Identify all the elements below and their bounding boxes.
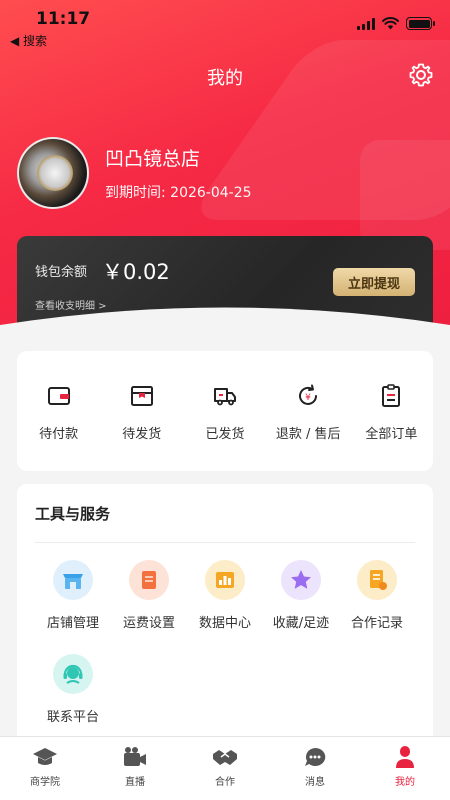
- shipping-fee-icon: [142, 571, 156, 589]
- order-shipped[interactable]: 已发货: [183, 351, 266, 471]
- back-to-search-link[interactable]: ◀ 搜索: [10, 32, 47, 49]
- data-chart-icon: [216, 572, 234, 588]
- status-time: 11:17: [36, 9, 91, 29]
- page-title: 我的: [207, 68, 243, 89]
- tab-mine[interactable]: 我的: [360, 737, 450, 800]
- chat-bubble-icon: [305, 747, 326, 766]
- wifi-icon: [382, 17, 399, 30]
- graduation-cap-icon: [33, 748, 57, 765]
- status-bar: 11:17 ◀ 搜索: [0, 0, 450, 50]
- tab-messages[interactable]: 消息: [270, 737, 360, 800]
- store-name: 凹凸镜总店: [105, 148, 201, 170]
- handshake-icon: [213, 750, 237, 765]
- tools-section-title: 工具与服务: [35, 505, 111, 523]
- order-pending-shipment[interactable]: 待发货: [100, 351, 183, 471]
- tab-cooperation[interactable]: 合作: [180, 737, 270, 800]
- video-camera-icon: [124, 747, 146, 766]
- expiry-date: 到期时间: 2026-04-25: [105, 185, 252, 201]
- wallet-balance-label: 钱包余额: [35, 265, 88, 280]
- tab-live[interactable]: 直播: [90, 737, 180, 800]
- store-icon: [63, 574, 83, 589]
- tool-store-management[interactable]: 店铺管理: [33, 560, 113, 631]
- tool-data-center[interactable]: 数据中心: [185, 560, 265, 631]
- tool-favorites-footprints[interactable]: 收藏/足迹: [261, 560, 341, 631]
- signal-icon: [357, 17, 375, 30]
- tool-contact-platform[interactable]: 联系平台: [33, 654, 113, 725]
- wallet-icon: [47, 387, 70, 405]
- box-icon: [130, 386, 153, 406]
- refund-icon: ¥: [299, 384, 318, 405]
- document-icon: [370, 570, 387, 590]
- customer-service-icon: [63, 664, 83, 684]
- order-refund-after-sales[interactable]: ¥ 退款 / 售后: [267, 351, 350, 471]
- tools-services-card: 工具与服务 店铺管理 运费设置 数据中心 收藏/足迹 合作记录 联系平台: [17, 484, 433, 744]
- battery-icon: [406, 17, 435, 30]
- truck-icon: [214, 388, 236, 406]
- star-icon: [291, 570, 311, 589]
- withdraw-button[interactable]: 立即提现: [333, 268, 415, 296]
- person-icon: [396, 746, 414, 768]
- bottom-tab-bar: 商学院 直播 合作 消息 我的: [0, 736, 450, 800]
- svg-text:¥: ¥: [305, 393, 311, 403]
- order-all[interactable]: 全部订单: [350, 351, 433, 471]
- order-pending-payment[interactable]: 待付款: [17, 351, 100, 471]
- tab-business-school[interactable]: 商学院: [0, 737, 90, 800]
- order-status-card: 待付款 待发货 已发货 ¥ 退款 / 售后 全部订单: [17, 351, 433, 471]
- tool-shipping-fee-settings[interactable]: 运费设置: [109, 560, 189, 631]
- settings-gear-icon[interactable]: [408, 62, 434, 88]
- wallet-balance-amount: ￥0.02: [102, 260, 170, 284]
- tool-cooperation-records[interactable]: 合作记录: [337, 560, 417, 631]
- store-avatar[interactable]: [17, 137, 89, 209]
- order-list-icon: [382, 384, 401, 407]
